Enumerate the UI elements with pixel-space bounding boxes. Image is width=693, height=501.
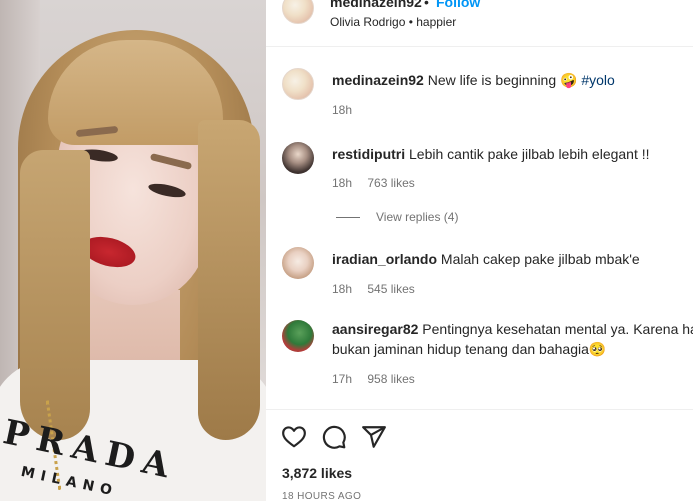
post-image[interactable]: PRADA MILANO [0, 0, 266, 501]
commenter-username[interactable]: aansiregar82 [332, 321, 418, 337]
caption-username[interactable]: medinazein92 [332, 72, 424, 88]
commenter-username[interactable]: restidiputri [332, 146, 405, 162]
heart-icon[interactable] [281, 424, 307, 450]
commenter-avatar[interactable] [282, 247, 314, 279]
follow-button[interactable]: Follow [436, 0, 480, 10]
view-replies-label: View replies (4) [376, 210, 459, 224]
post-details-panel: medinazein92 • Follow Olivia Rodrigo • h… [266, 0, 693, 501]
comment-text-line2: bukan jaminan hidup tenang dan bahagia🥺 [332, 341, 607, 357]
comment-text: Malah cakep pake jilbab mbak'e [440, 251, 640, 267]
replies-divider [336, 217, 360, 219]
share-icon[interactable] [361, 424, 387, 450]
hair-left-strand [20, 150, 90, 440]
comment-text-line1: Pentingnya kesehatan mental ya. Karena h… [422, 321, 693, 337]
author-username[interactable]: medinazein92 [330, 0, 422, 10]
caption-author-avatar[interactable] [282, 68, 314, 100]
header-separator: • [424, 0, 429, 10]
caption-text: New life is beginning 🤪 [427, 72, 578, 88]
post-timestamp: 18 HOURS AGO [282, 491, 362, 501]
comment-text: Lebih cantik pake jilbab lebih elegant !… [409, 146, 650, 162]
action-bar: 3,872 likes 18 HOURS AGO [266, 409, 693, 501]
comment-likes[interactable]: 763 likes [367, 176, 414, 190]
commenter-avatar[interactable] [282, 320, 314, 352]
hair-right-strand [198, 120, 260, 440]
likes-count[interactable]: 3,872 likes [282, 465, 352, 481]
author-avatar[interactable] [282, 0, 314, 24]
view-replies-button[interactable]: View replies (4) [336, 210, 458, 224]
comment-icon[interactable] [321, 424, 347, 450]
comment-likes[interactable]: 958 likes [367, 372, 414, 386]
comment-time: 18h [332, 176, 353, 190]
commenter-avatar[interactable] [282, 142, 314, 174]
post-header: medinazein92 • Follow Olivia Rodrigo • h… [266, 0, 693, 47]
audio-track-link[interactable]: Olivia Rodrigo • happier [330, 15, 456, 29]
caption-time: 18h [332, 103, 353, 117]
comment-time: 18h [332, 282, 353, 296]
comment-likes[interactable]: 545 likes [367, 282, 414, 296]
commenter-username[interactable]: iradian_orlando [332, 251, 437, 267]
caption-hashtag[interactable]: #yolo [581, 72, 614, 88]
comment-time: 17h [332, 372, 353, 386]
